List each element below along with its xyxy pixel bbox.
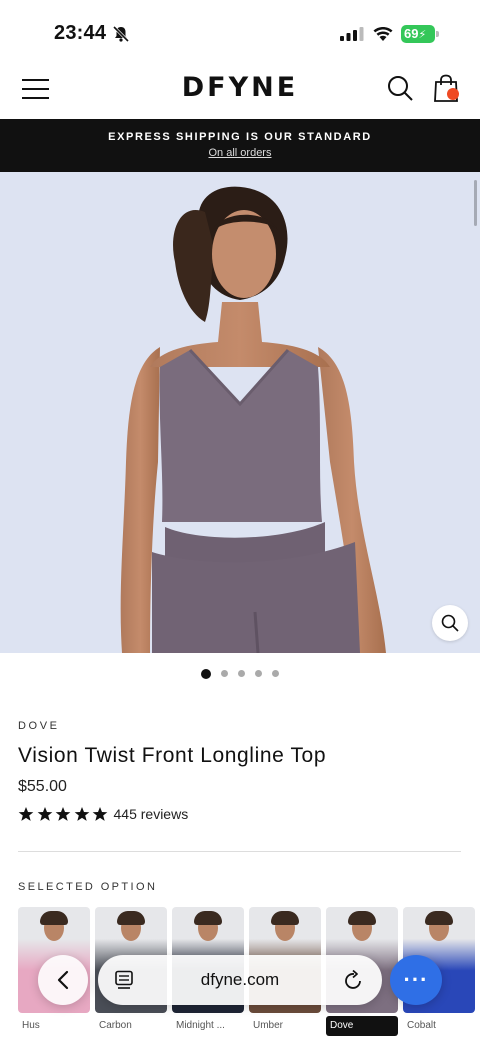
product-title: Vision Twist Front Longline Top — [18, 744, 327, 767]
cellular-signal-icon — [340, 27, 364, 41]
star-icon — [92, 807, 108, 821]
more-options-button[interactable]: ··· — [390, 955, 442, 1005]
zoom-icon — [441, 614, 459, 632]
swatch-label: Cobalt — [407, 1020, 436, 1031]
model-illustration — [120, 186, 386, 653]
swatch-model-hair — [425, 911, 453, 925]
review-count[interactable]: 445 reviews — [114, 806, 189, 822]
charging-bolt-icon: ⚡ — [418, 29, 427, 41]
product-color-name: DOVE — [18, 720, 60, 732]
cart-badge — [447, 88, 459, 100]
swatch-model-hair — [194, 911, 222, 925]
browser-toolbar: dfyne.com ··· — [0, 950, 480, 1020]
silent-bell-icon — [112, 25, 130, 43]
status-bar: 23:44 69⚡ — [0, 0, 480, 64]
carousel-dot[interactable] — [238, 670, 245, 677]
product-hero-image[interactable] — [0, 172, 480, 653]
swatch-label: Midnight ... — [176, 1020, 225, 1031]
announcement-bar: EXPRESS SHIPPING IS OUR STANDARD On all … — [0, 119, 480, 172]
reload-icon[interactable] — [344, 969, 364, 991]
swatch-model-hair — [117, 911, 145, 925]
ellipsis-icon: ··· — [403, 967, 429, 992]
back-button[interactable] — [38, 955, 88, 1005]
announcement-link[interactable]: On all orders — [0, 147, 480, 159]
wifi-icon — [373, 26, 393, 41]
url-text: dfyne.com — [200, 970, 280, 989]
rating-stars — [18, 806, 111, 822]
chevron-left-icon — [57, 970, 69, 990]
swatch-model-hair — [348, 911, 376, 925]
carousel-dot[interactable] — [221, 670, 228, 677]
search-icon[interactable] — [386, 74, 414, 102]
address-bar[interactable]: dfyne.com — [98, 955, 382, 1005]
announcement-title: EXPRESS SHIPPING IS OUR STANDARD — [108, 131, 372, 143]
page-scrollbar[interactable] — [474, 180, 477, 226]
selected-option-label: SELECTED OPTION — [18, 881, 158, 893]
product-rating[interactable]: 445 reviews — [18, 806, 188, 822]
star-icon — [55, 807, 71, 821]
carousel-dot[interactable] — [255, 670, 262, 677]
product-price: $55.00 — [18, 778, 67, 795]
battery-tip — [436, 31, 439, 37]
swatch-model-hair — [271, 911, 299, 925]
battery-level: 69 — [404, 26, 419, 41]
star-icon — [37, 807, 52, 821]
zoom-button[interactable] — [432, 605, 468, 641]
carousel-dot[interactable] — [201, 668, 211, 679]
status-time: 23:44 — [54, 22, 107, 44]
swatch-model-hair — [40, 911, 68, 925]
swatch-label: Hus — [22, 1020, 40, 1031]
battery-indicator: 69⚡ — [401, 25, 435, 43]
section-divider — [18, 851, 461, 852]
star-icon — [18, 807, 34, 821]
swatch-label: Carbon — [99, 1020, 132, 1031]
star-icon — [74, 807, 89, 821]
swatch-label: Umber — [253, 1020, 284, 1031]
site-header: DFYNE — [0, 64, 480, 119]
carousel-dots — [0, 668, 480, 679]
carousel-dot[interactable] — [272, 670, 279, 677]
